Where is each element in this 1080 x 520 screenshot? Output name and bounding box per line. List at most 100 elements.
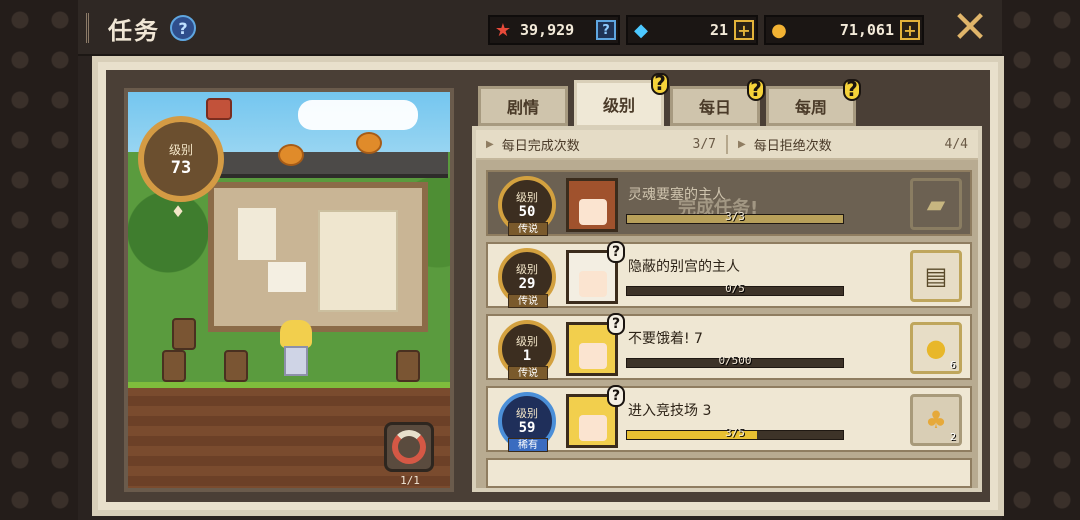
hint-icon[interactable]: ♦ (168, 202, 188, 224)
daily-complete-stat: ▶ 每日完成次数 3/7 (476, 135, 726, 154)
title-area: 任务 ? (86, 10, 196, 46)
quest-list-panel: ▶ 每日完成次数 3/7 ▶ 每日拒绝次数 4/4 级别 50 传说 灵魂要塞的… (472, 126, 982, 492)
alert-icon: ? (747, 79, 765, 101)
refresh-count: 1/1 (400, 474, 420, 487)
medal-value: 39,929 (520, 21, 575, 39)
quest-progress-text: 0/500 (718, 354, 752, 367)
quest-progress-text: 0/5 (725, 282, 745, 295)
background-pattern-left (0, 0, 78, 520)
tab-label: 级别 (602, 96, 635, 115)
gem-value: 21 (709, 21, 728, 39)
quest-name: 进入竞技场 3 (628, 403, 712, 419)
quest-reward[interactable]: ▤ (910, 250, 962, 302)
barrel (172, 318, 196, 350)
quest-portrait (566, 178, 618, 232)
quest-level-value: 1 (522, 347, 532, 364)
daily-stats-bar: ▶ 每日完成次数 3/7 ▶ 每日拒绝次数 4/4 (476, 130, 978, 160)
rarity-badge: 传说 (508, 294, 548, 308)
quest-level-value: 50 (518, 203, 536, 220)
tab-weekly[interactable]: 每周 ? (766, 79, 861, 126)
notice-paper (268, 262, 306, 292)
gold-value: 71,061 (839, 21, 894, 39)
quest-level-value: 29 (518, 275, 536, 292)
quest-item-partial[interactable] (486, 458, 972, 488)
page-title: 任务 (108, 16, 160, 45)
quest-name: 隐蔽的别宫的主人 (628, 259, 740, 275)
medal-resource: ★ 39,929 ? (488, 15, 620, 45)
daily-reject-label: 每日拒绝次数 (753, 138, 832, 154)
quest-level-label: 级别 (516, 334, 538, 348)
quest-portrait: ? (566, 385, 625, 448)
fruit-icon: ♣ (925, 406, 947, 434)
book-icon: ▤ (924, 262, 948, 290)
gold-resource: ● 71,061 + (764, 15, 924, 45)
quest-progress-text: 3/5 (725, 426, 745, 439)
rarity-badge: 传说 (508, 366, 548, 380)
title-grip (86, 13, 98, 43)
gold-pile-icon: ● (925, 334, 947, 362)
quest-item[interactable]: 级别 59 稀有 ? 进入竞技场 3 3/5 ♣ 2 (486, 385, 972, 452)
quest-level-value: 59 (518, 419, 536, 436)
medal-icon: ★ (494, 19, 512, 41)
gem-icon: ◆ (634, 19, 648, 41)
tab-label: 每日 (698, 98, 731, 117)
tab-label: 每周 (794, 98, 827, 117)
reward-count: 6 (949, 360, 956, 371)
alert-icon: ? (607, 385, 625, 407)
quest-window-inner: 级别 73 ♦ 1/1 剧情 级别 ? 每日 ? 每周 ? ▶ 每日完成次数 3… (106, 70, 990, 502)
tab-level[interactable]: 级别 ? (574, 73, 669, 128)
player-level-label: 级别 (168, 142, 193, 157)
daily-reject-stat: ▶ 每日拒绝次数 4/4 (726, 134, 978, 154)
help-button[interactable]: ? (170, 15, 196, 41)
ticket-icon: ▰ (926, 190, 946, 218)
portrait-face (579, 271, 607, 297)
background-pattern-right (1002, 0, 1080, 520)
notice-paper (318, 210, 398, 312)
quest-portrait: ? (566, 241, 625, 304)
hero-hair (280, 320, 312, 348)
portrait-face (579, 415, 607, 441)
gem-resource: ◆ 21 + (626, 15, 758, 45)
quest-level-label: 级别 (516, 190, 538, 204)
rarity-badge: 传说 (508, 222, 548, 236)
quest-level-label: 级别 (516, 406, 538, 420)
add-gold-button[interactable]: + (900, 20, 920, 40)
quest-item[interactable]: 级别 50 传说 灵魂要塞的主人 完成任务! 3/3 ▰ (486, 170, 972, 236)
alert-icon: ? (651, 73, 669, 95)
quest-window: 级别 73 ♦ 1/1 剧情 级别 ? 每日 ? 每周 ? ▶ 每日完成次数 3… (92, 56, 1004, 516)
quest-item[interactable]: 级别 1 传说 ? 不要饿着! 7 0/500 ● 6 (486, 313, 972, 380)
daily-complete-label: 每日完成次数 (501, 138, 580, 154)
quest-name: 不要饿着! 7 (628, 331, 703, 347)
player-level-medal: 级别 73 (138, 116, 224, 202)
daily-complete-value: 3/7 (692, 136, 716, 152)
alert-icon: ? (607, 313, 625, 335)
reward-count: 2 (949, 432, 956, 443)
tab-label: 剧情 (506, 98, 539, 117)
tab-daily[interactable]: 每日 ? (670, 79, 765, 126)
rarity-badge: 稀有 (508, 438, 548, 452)
quest-level-label: 级别 (516, 262, 538, 276)
alert-icon: ? (843, 79, 861, 101)
pumpkin-decoration (278, 144, 304, 166)
add-gem-button[interactable]: + (734, 20, 754, 40)
portrait-face (579, 199, 607, 225)
refresh-icon (392, 430, 426, 464)
quest-portrait: ? (566, 313, 625, 376)
medal-info-button[interactable]: ? (596, 20, 616, 40)
quest-board-scene: 级别 73 ♦ 1/1 (124, 88, 454, 492)
hero-character (276, 320, 316, 382)
refresh-quests-button[interactable] (384, 422, 434, 472)
coin-icon: ● (771, 19, 787, 41)
barrel (224, 350, 248, 382)
quest-reward[interactable]: ▰ (910, 178, 962, 230)
close-button[interactable]: ✕ (950, 6, 990, 50)
pumpkin-decoration (356, 132, 382, 154)
alert-icon: ? (607, 241, 625, 263)
daily-reject-value: 4/4 (944, 136, 968, 152)
cloud (298, 100, 418, 130)
notice-paper (238, 208, 276, 260)
top-bar: 任务 ? ★ 39,929 ? ◆ 21 + ● 71,061 + ✕ (78, 0, 1002, 56)
board-roof (208, 152, 448, 178)
tab-story[interactable]: 剧情 (478, 86, 568, 126)
quest-item[interactable]: 级别 29 传说 ? 隐蔽的别宫的主人 0/5 ▤ (486, 241, 972, 308)
